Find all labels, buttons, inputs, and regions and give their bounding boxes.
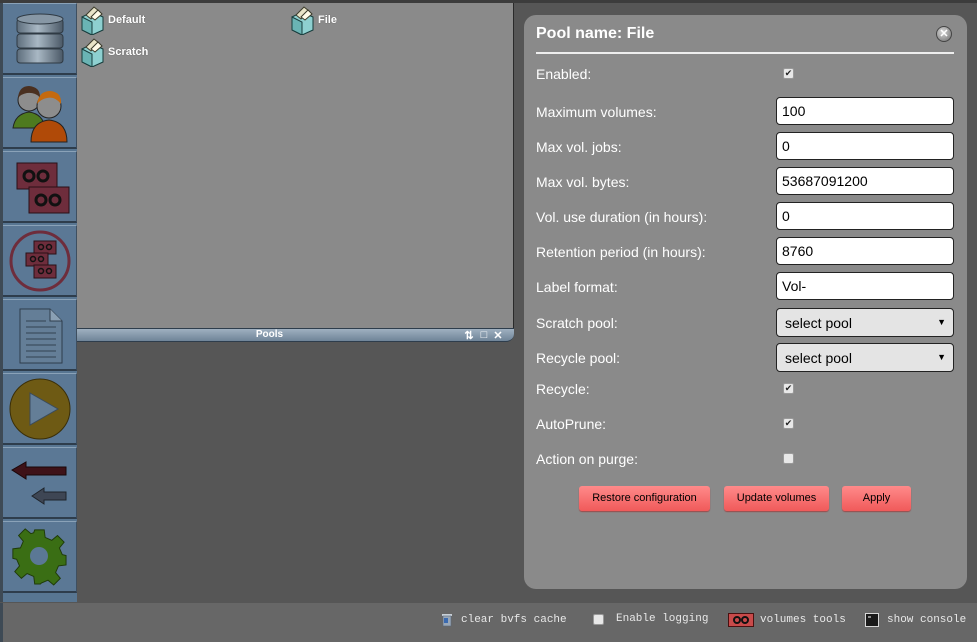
pools-window: Default File Scratch Pools ⇅ □ ✕ <box>77 3 514 342</box>
sidebar-item-restore[interactable] <box>3 447 77 519</box>
action-on-purge-label: Action on purge: <box>536 451 638 467</box>
apply-button[interactable]: Apply <box>842 486 911 511</box>
trash-icon <box>442 614 452 627</box>
vol-use-duration-field[interactable] <box>776 202 954 230</box>
pool-label: Scratch <box>108 46 149 58</box>
label-format-field[interactable] <box>776 272 954 300</box>
enabled-checkbox[interactable]: ✔ <box>783 68 794 79</box>
volumes-tools-button[interactable]: volumes tools <box>728 613 846 627</box>
close-icon[interactable]: ✕ <box>936 26 952 42</box>
retention-period-label: Retention period (in hours): <box>536 244 706 260</box>
max-vol-jobs-label: Max vol. jobs: <box>536 139 622 155</box>
show-console-label: show console <box>887 614 967 626</box>
console-icon <box>865 613 879 627</box>
database-icon <box>16 13 63 63</box>
pool-box-icon <box>81 38 104 67</box>
pools-window-titlebar[interactable]: Pools ⇅ □ ✕ <box>77 328 514 342</box>
recycle-checkbox[interactable]: ✔ <box>783 383 794 394</box>
sidebar-item-volumes[interactable] <box>3 151 77 223</box>
maximize-icon[interactable]: □ <box>478 329 490 341</box>
clear-bvfs-cache-label: clear bvfs cache <box>461 614 567 626</box>
close-icon[interactable]: ✕ <box>492 329 504 342</box>
pool-tapes-icon <box>9 230 70 291</box>
scratch-pool-value: select pool <box>785 315 852 331</box>
sidebar-item-pools[interactable] <box>3 225 77 297</box>
show-console-button[interactable]: show console <box>865 613 966 627</box>
clear-bvfs-cache-button[interactable]: clear bvfs cache <box>441 613 567 627</box>
max-vol-bytes-field[interactable] <box>776 167 954 195</box>
chevron-down-icon: ▼ <box>937 352 946 362</box>
label-format-label: Label format: <box>536 279 618 295</box>
retention-period-field[interactable] <box>776 237 954 265</box>
tape-icon <box>728 613 754 627</box>
pools-window-title: Pools <box>255 329 284 340</box>
recycle-pool-select[interactable]: select pool ▼ <box>776 343 954 372</box>
users-icon <box>11 85 68 142</box>
gear-icon <box>11 527 67 586</box>
arrows-left-icon <box>10 460 66 505</box>
document-icon <box>19 308 62 363</box>
update-volumes-button[interactable]: Update volumes <box>724 486 829 511</box>
pool-box-icon <box>81 6 104 35</box>
autoprune-checkbox[interactable]: ✔ <box>783 418 794 429</box>
pool-label: File <box>318 14 337 26</box>
max-volumes-field[interactable] <box>776 97 954 125</box>
sidebar-item-settings[interactable] <box>3 521 77 593</box>
pools-list: Default File Scratch <box>77 3 514 328</box>
pool-label: Default <box>108 14 146 26</box>
restore-configuration-button[interactable]: Restore configuration <box>579 486 710 511</box>
max-vol-bytes-label: Max vol. bytes: <box>536 174 630 190</box>
enable-logging-toggle[interactable]: Enable logging <box>593 613 708 625</box>
scratch-pool-label: Scratch pool: <box>536 315 618 331</box>
max-volumes-label: Maximum volumes: <box>536 104 657 120</box>
recycle-pool-value: select pool <box>785 350 852 366</box>
sidebar-item-storage[interactable] <box>3 3 77 75</box>
recycle-label: Recycle: <box>536 381 590 397</box>
vol-use-duration-label: Vol. use duration (in hours): <box>536 209 708 225</box>
sidebar-item-jobs[interactable] <box>3 299 77 371</box>
action-on-purge-checkbox[interactable] <box>783 453 794 464</box>
sidebar-item-run-job[interactable] <box>3 373 77 445</box>
sidebar <box>0 3 77 602</box>
status-bar: clear bvfs cache Enable logging volumes … <box>0 603 977 642</box>
enabled-label: Enabled: <box>536 66 592 82</box>
scratch-pool-select[interactable]: select pool ▼ <box>776 308 954 337</box>
pool-item-default[interactable]: Default <box>79 5 145 35</box>
pool-box-icon <box>291 6 314 35</box>
dialog-title: Pool name: File <box>536 25 655 42</box>
divider <box>536 52 954 54</box>
autoprune-label: AutoPrune: <box>536 416 607 432</box>
play-icon <box>9 378 70 439</box>
tapes-icon <box>16 162 69 213</box>
chevron-down-icon: ▼ <box>937 317 946 327</box>
pool-config-dialog: Pool name: File ✕ Enabled: ✔ Maximum vol… <box>524 15 967 589</box>
volumes-tools-label: volumes tools <box>760 614 846 626</box>
enable-logging-label: Enable logging <box>616 613 709 625</box>
enable-logging-checkbox[interactable] <box>593 613 604 625</box>
sort-icon[interactable]: ⇅ <box>463 329 475 342</box>
pool-item-file[interactable]: File <box>289 5 337 35</box>
recycle-pool-label: Recycle pool: <box>536 350 621 366</box>
max-vol-jobs-field[interactable] <box>776 132 954 160</box>
sidebar-item-clients[interactable] <box>3 77 77 149</box>
pool-item-scratch[interactable]: Scratch <box>79 37 148 67</box>
